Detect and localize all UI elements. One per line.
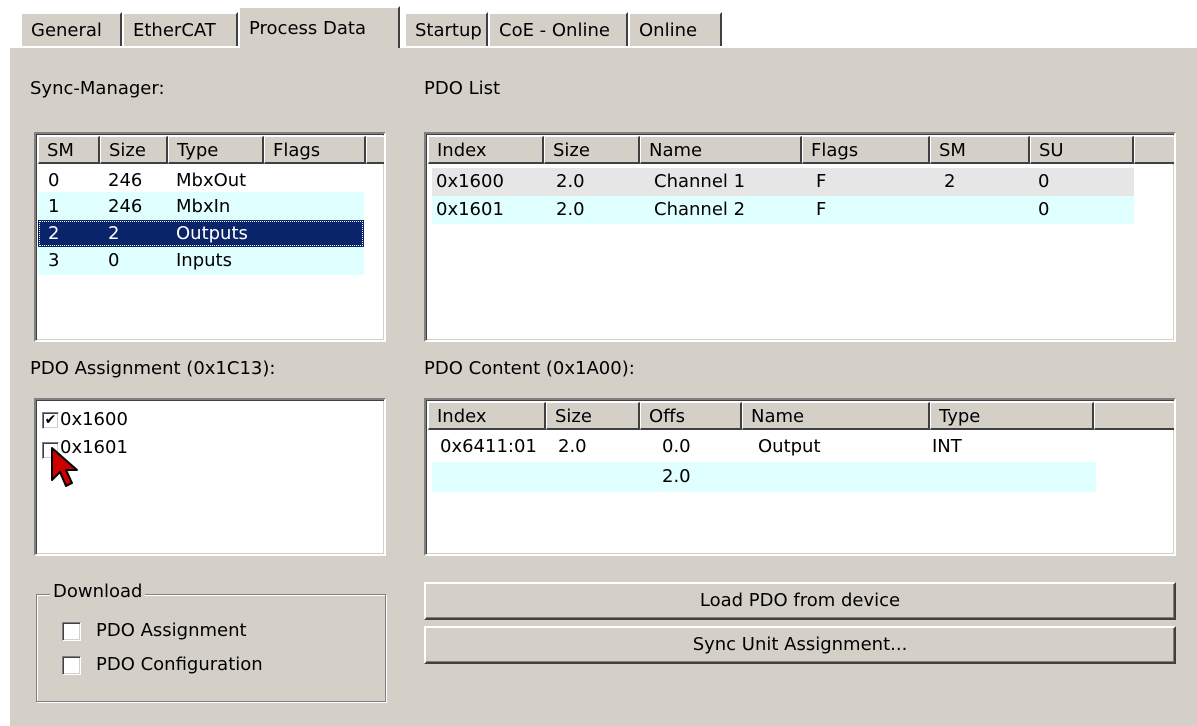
sm-cell: 2 xyxy=(48,223,60,244)
sm-cell: 0 xyxy=(48,170,60,191)
sync-manager-label: Sync-Manager: xyxy=(30,78,165,99)
column-header-size[interactable]: Size xyxy=(100,136,168,164)
tab-process-data[interactable]: Process Data xyxy=(238,6,400,48)
download-pdo-assignment-label: PDO Assignment xyxy=(96,620,247,641)
download-group xyxy=(36,594,386,702)
index-cell: 0x1600 xyxy=(436,171,504,192)
pdo-assignment-item-label: 0x1600 xyxy=(60,409,128,430)
column-header-su[interactable]: SU xyxy=(1030,136,1134,164)
name-cell: Channel 2 xyxy=(654,199,746,220)
su-cell: 0 xyxy=(1038,171,1050,192)
sm-cell: 3 xyxy=(48,250,60,271)
index-cell: 0x6411:01 xyxy=(440,436,537,457)
pdo-list-label: PDO List xyxy=(424,78,501,99)
type-cell: INT xyxy=(932,436,962,457)
pdo-content-label: PDO Content (0x1A00): xyxy=(424,358,635,379)
column-header-type[interactable]: Type xyxy=(168,136,264,164)
type-cell: MbxIn xyxy=(176,196,231,217)
column-header-name[interactable]: Name xyxy=(640,136,802,164)
type-cell: Outputs xyxy=(176,223,248,244)
column-header-sm[interactable]: SM xyxy=(38,136,100,164)
sync-manager-row-3[interactable]: 3 0 Inputs xyxy=(38,247,364,275)
sync-manager-row-0[interactable]: 0 246 MbxOut xyxy=(38,166,364,195)
type-cell: MbxOut xyxy=(176,170,247,191)
name-cell: Channel 1 xyxy=(654,171,746,192)
size-cell: 2 xyxy=(108,223,120,244)
tab-ethercat[interactable]: EtherCAT xyxy=(122,12,238,46)
size-cell: 0 xyxy=(108,250,120,271)
checkmark-icon[interactable]: ✔ xyxy=(42,412,59,429)
size-cell: 2.0 xyxy=(556,199,585,220)
column-header-flags[interactable]: Flags xyxy=(264,136,366,164)
su-cell: 0 xyxy=(1038,199,1050,220)
column-header-filler xyxy=(366,136,384,164)
column-header-filler xyxy=(1134,136,1174,164)
column-header-filler xyxy=(1094,402,1174,430)
tab-coe-online[interactable]: CoE - Online xyxy=(488,12,628,46)
tab-startup[interactable]: Startup xyxy=(404,12,488,46)
download-pdo-configuration-option[interactable]: PDO Configuration xyxy=(62,652,342,678)
sm-cell: 2 xyxy=(944,171,956,192)
column-header-type[interactable]: Type xyxy=(930,402,1094,430)
pdo-assignment-list[interactable]: ✔ 0x1600 0x1601 xyxy=(34,398,386,556)
column-header-index[interactable]: Index xyxy=(428,402,546,430)
size-cell: 246 xyxy=(108,196,143,217)
column-header-flags[interactable]: Flags xyxy=(802,136,930,164)
pdo-list-row-1[interactable]: 0x1601 2.0 Channel 2 F 0 xyxy=(432,196,1134,224)
pdo-list-row-0[interactable]: 0x1600 2.0 Channel 1 F 2 0 xyxy=(432,168,1134,196)
tab-general[interactable]: General xyxy=(20,12,122,46)
download-pdo-assignment-option[interactable]: PDO Assignment xyxy=(62,618,322,644)
sync-manager-row-2[interactable]: 2 2 Outputs xyxy=(38,220,364,247)
type-cell: Inputs xyxy=(176,250,232,271)
sync-unit-assignment-button[interactable]: Sync Unit Assignment... xyxy=(424,626,1176,664)
pdo-list[interactable]: Index Size Name Flags SM SU 0x1600 2.0 C… xyxy=(424,132,1176,342)
pdo-content-list[interactable]: Index Size Offs Name Type 0x6411:01 2.0 … xyxy=(424,398,1176,556)
column-header-sm[interactable]: SM xyxy=(930,136,1030,164)
download-pdo-configuration-label: PDO Configuration xyxy=(96,654,263,675)
sm-cell: 1 xyxy=(48,196,60,217)
pdo-content-row-1[interactable]: 2.0 xyxy=(432,462,1096,492)
sync-manager-list[interactable]: SM Size Type Flags 0 246 MbxOut 1 246 Mb… xyxy=(34,132,386,342)
pdo-assignment-item-0[interactable]: ✔ 0x1600 xyxy=(42,408,242,432)
download-group-title: Download xyxy=(50,581,146,602)
name-cell: Output xyxy=(758,436,821,457)
size-cell: 2.0 xyxy=(556,171,585,192)
tab-online[interactable]: Online xyxy=(628,12,722,46)
offs-cell: 0.0 xyxy=(662,436,691,457)
index-cell: 0x1601 xyxy=(436,199,504,220)
pdo-content-row-0[interactable]: 0x6411:01 2.0 0.0 Output INT xyxy=(432,432,1096,462)
column-header-offs[interactable]: Offs xyxy=(640,402,742,430)
column-header-index[interactable]: Index xyxy=(428,136,544,164)
download-pdo-assignment-checkbox[interactable] xyxy=(62,622,81,641)
flags-cell: F xyxy=(816,199,827,220)
size-cell: 246 xyxy=(108,170,143,191)
flags-cell: F xyxy=(816,171,827,192)
load-pdo-button[interactable]: Load PDO from device xyxy=(424,582,1176,620)
mouse-pointer-icon xyxy=(51,447,78,487)
sync-manager-row-1[interactable]: 1 246 MbxIn xyxy=(38,192,364,221)
pdo-assignment-label: PDO Assignment (0x1C13): xyxy=(30,358,276,379)
size-cell: 2.0 xyxy=(558,436,587,457)
offs-cell: 2.0 xyxy=(662,466,691,487)
column-header-name[interactable]: Name xyxy=(742,402,930,430)
column-header-size[interactable]: Size xyxy=(544,136,640,164)
column-header-size[interactable]: Size xyxy=(546,402,640,430)
download-pdo-configuration-checkbox[interactable] xyxy=(62,656,81,675)
